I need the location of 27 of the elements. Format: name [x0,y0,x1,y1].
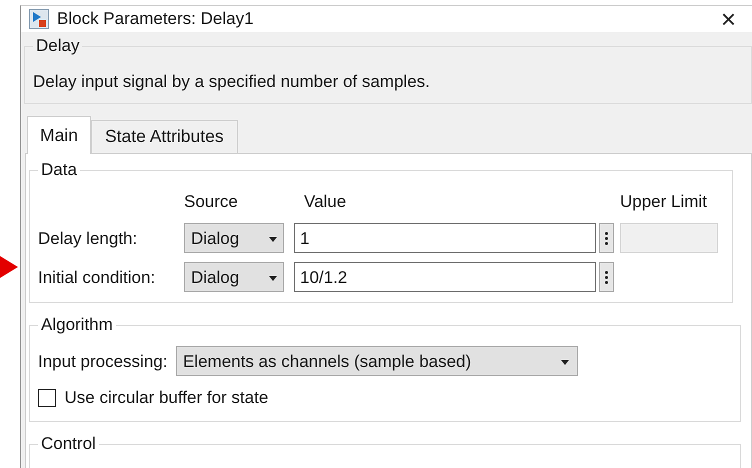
close-button[interactable]: × [712,6,744,32]
column-header: Upper Limit [619,190,708,213]
dropdown[interactable]: Elements as channels (sample based) [176,346,578,376]
more-options-button[interactable] [599,223,614,254]
field-label: Delay length: [38,228,138,250]
field-label: Input processing: [38,350,168,372]
input-field[interactable]: 1 [294,223,596,254]
caret-icon [269,236,277,242]
vertical-dots-icon [605,270,608,284]
input-field[interactable]: 10/1.2 [294,262,596,292]
field-label: Initial condition: [38,266,156,288]
block-icon [29,9,49,29]
dropdown[interactable]: Dialog [184,262,284,292]
caret-icon [269,276,277,281]
block-description: Delay input signal by a specified number of samples. [33,71,431,93]
dropdown[interactable]: Dialog [184,223,284,254]
tab[interactable]: Main [27,116,91,154]
caret-icon [560,360,569,365]
arrowhead-icon [0,256,18,278]
more-options-button[interactable] [599,262,614,292]
tab[interactable]: State Attributes [90,120,238,153]
checkbox[interactable] [38,389,56,407]
column-header: Value [303,190,348,213]
column-header: Source [184,190,239,213]
checkbox-label: Use circular buffer for state [64,387,268,410]
window-title: Block Parameters: Delay1 [57,8,254,30]
vertical-dots-icon [605,232,608,245]
